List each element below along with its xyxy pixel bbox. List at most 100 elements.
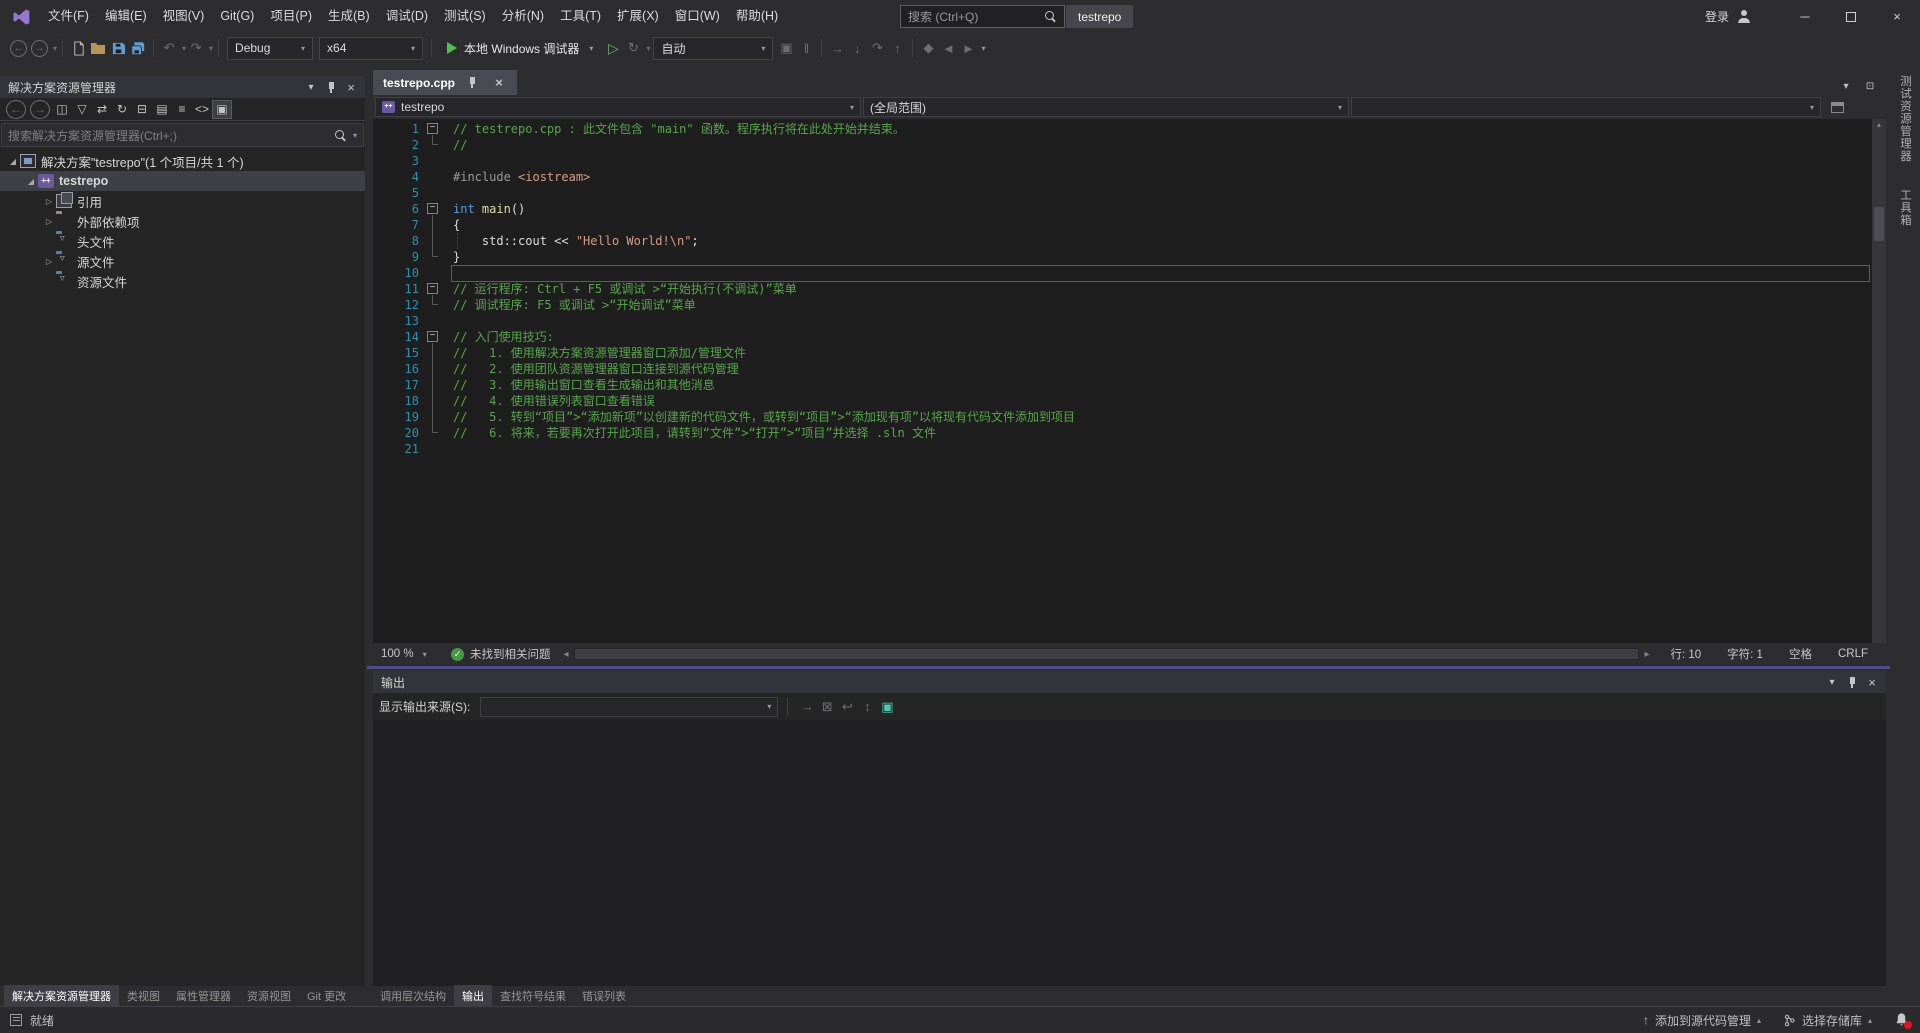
refresh-icon[interactable]: ↻ bbox=[112, 100, 132, 119]
menu-item[interactable]: 窗口(W) bbox=[667, 0, 728, 33]
menu-item[interactable]: 项目(P) bbox=[262, 0, 320, 33]
panel-tab[interactable]: 属性管理器 bbox=[168, 985, 239, 1007]
menu-item[interactable]: 编辑(E) bbox=[97, 0, 155, 33]
pending-changes-filter-icon[interactable]: ▽ bbox=[72, 100, 92, 119]
goto-message-icon[interactable]: → bbox=[797, 696, 817, 718]
close-tab-icon[interactable]: × bbox=[489, 70, 509, 95]
code-line-4[interactable]: 4#include <iostream> bbox=[373, 169, 1872, 185]
menu-item[interactable]: Git(G) bbox=[212, 0, 262, 33]
panel-tab[interactable]: 调用层次结构 bbox=[372, 985, 454, 1007]
tree-expander-icon[interactable]: ▷ bbox=[42, 197, 56, 206]
line-number[interactable]: 9 bbox=[373, 249, 419, 265]
save-all-icon[interactable] bbox=[128, 37, 148, 59]
scroll-up-icon[interactable]: ▴ bbox=[1877, 119, 1881, 131]
tree-item-header-files[interactable]: 头文件 bbox=[0, 231, 365, 251]
toggle-autoscroll-icon[interactable]: ↕ bbox=[857, 696, 877, 718]
pin-tab-icon[interactable] bbox=[462, 70, 482, 95]
project-dropdown[interactable]: ++ testrepo ▾ bbox=[375, 97, 861, 117]
active-files-icon[interactable]: ▾ bbox=[1836, 77, 1856, 95]
auto-hide-tab[interactable]: 测试资源管理器 bbox=[1897, 71, 1913, 167]
scroll-right-icon[interactable]: ▸ bbox=[1641, 649, 1652, 660]
zoom-select[interactable]: 100 % ▾ bbox=[377, 648, 441, 660]
panel-tab[interactable]: 解决方案资源管理器 bbox=[4, 985, 119, 1007]
line-number[interactable]: 3 bbox=[373, 153, 419, 169]
code-line-7[interactable]: 7{ bbox=[373, 217, 1872, 233]
scroll-left-icon[interactable]: ◂ bbox=[561, 649, 572, 660]
close-button[interactable]: × bbox=[1874, 0, 1920, 33]
caret-line-indicator[interactable]: 行: 10 bbox=[1670, 646, 1701, 662]
start-debugging-button[interactable]: 本地 Windows 调试器 ▾ bbox=[439, 36, 601, 60]
menu-item[interactable]: 视图(V) bbox=[155, 0, 213, 33]
navigate-back-icon[interactable]: ← bbox=[10, 40, 27, 57]
code-line-17[interactable]: 17// 3. 使用输出窗口查看生成输出和其他消息 bbox=[373, 377, 1872, 393]
toggle-bookmark-icon[interactable]: ◆ bbox=[918, 37, 938, 59]
spaces-indicator[interactable]: 空格 bbox=[1789, 646, 1812, 662]
menu-item[interactable]: 工具(T) bbox=[552, 0, 609, 33]
scrollbar-thumb[interactable] bbox=[1874, 207, 1884, 241]
caret-column-indicator[interactable]: 字符: 1 bbox=[1727, 646, 1763, 662]
close-icon[interactable]: × bbox=[341, 78, 361, 96]
solution-explorer-search-box[interactable]: 搜索解决方案资源管理器(Ctrl+;) ▾ bbox=[1, 123, 364, 147]
menu-item[interactable]: 生成(B) bbox=[320, 0, 378, 33]
window-position-icon[interactable]: ▾ bbox=[301, 78, 321, 96]
solution-platform-select[interactable]: x64 ▾ bbox=[319, 37, 423, 60]
document-health-indicator[interactable]: ✓ 未找到相关问题 bbox=[441, 646, 561, 662]
tree-item-references[interactable]: ▷引用 bbox=[0, 191, 365, 211]
line-number[interactable]: 20 bbox=[373, 425, 419, 441]
previous-bookmark-icon[interactable]: ◄ bbox=[938, 37, 958, 59]
collapse-all-icon[interactable]: ⊟ bbox=[132, 100, 152, 119]
code-line-5[interactable]: 5 bbox=[373, 185, 1872, 201]
apply-code-changes-icon[interactable]: ▣ bbox=[776, 37, 796, 59]
menu-item[interactable]: 帮助(H) bbox=[728, 0, 786, 33]
line-number[interactable]: 14 bbox=[373, 329, 419, 345]
redo-icon[interactable]: ↷ bbox=[186, 37, 206, 59]
start-without-debugging-icon[interactable]: ▷ bbox=[603, 37, 623, 59]
code-line-1[interactable]: 1−// testrepo.cpp : 此文件包含 "main" 函数。程序执行… bbox=[373, 121, 1872, 137]
code-line-21[interactable]: 21 bbox=[373, 441, 1872, 457]
line-number[interactable]: 21 bbox=[373, 441, 419, 457]
code-line-18[interactable]: 18// 4. 使用错误列表窗口查看错误 bbox=[373, 393, 1872, 409]
next-bookmark-icon[interactable]: ► bbox=[958, 37, 978, 59]
panel-tab[interactable]: 类视图 bbox=[119, 985, 168, 1007]
step-over-icon[interactable]: ↷ bbox=[867, 37, 887, 59]
solution-name-badge[interactable]: testrepo bbox=[1066, 5, 1133, 28]
menu-item[interactable]: 测试(S) bbox=[436, 0, 494, 33]
document-tab-testrepo-cpp[interactable]: testrepo.cpp × bbox=[373, 70, 517, 95]
eol-indicator[interactable]: CRLF bbox=[1838, 648, 1868, 660]
code-line-15[interactable]: 15// 1. 使用解决方案资源管理器窗口添加/管理文件 bbox=[373, 345, 1872, 361]
code-editor[interactable]: 1−// testrepo.cpp : 此文件包含 "main" 函数。程序执行… bbox=[373, 119, 1886, 643]
step-into-icon[interactable]: ↓ bbox=[847, 37, 867, 59]
code-line-13[interactable]: 13 bbox=[373, 313, 1872, 329]
sign-in-button[interactable]: 登录 bbox=[1705, 0, 1751, 33]
line-number[interactable]: 17 bbox=[373, 377, 419, 393]
tree-expander-icon[interactable]: ◢ bbox=[24, 177, 38, 186]
solution-explorer-header[interactable]: 解决方案资源管理器 ▾ × bbox=[0, 76, 365, 98]
tree-expander-icon[interactable]: ▷ bbox=[42, 257, 56, 266]
auto-profile-select[interactable]: 自动 ▾ bbox=[653, 37, 773, 60]
panel-tab[interactable]: 资源视图 bbox=[239, 985, 299, 1007]
outline-collapse-icon[interactable]: − bbox=[427, 123, 438, 134]
menu-item[interactable]: 调试(D) bbox=[378, 0, 436, 33]
toolbar-options-icon[interactable]: ▾ bbox=[981, 44, 985, 53]
code-line-20[interactable]: 20// 6. 将来，若要再次打开此项目，请转到“文件”>“打开”>“项目”并选… bbox=[373, 425, 1872, 441]
line-number[interactable]: 16 bbox=[373, 361, 419, 377]
search-icon[interactable] bbox=[1044, 10, 1057, 23]
add-to-source-control-button[interactable]: ↑ 添加到源代码管理 ▴ bbox=[1643, 1012, 1761, 1029]
tree-expander-icon[interactable]: ◢ bbox=[6, 157, 20, 166]
undo-icon[interactable]: ↶ bbox=[159, 37, 179, 59]
code-line-16[interactable]: 16// 2. 使用团队资源管理器窗口连接到源代码管理 bbox=[373, 361, 1872, 377]
pin-icon[interactable] bbox=[321, 78, 341, 96]
line-number[interactable]: 7 bbox=[373, 217, 419, 233]
horizontal-scrollbar-thumb[interactable] bbox=[575, 649, 1639, 659]
tree-expander-icon[interactable]: ▷ bbox=[42, 217, 56, 226]
menu-item[interactable]: 文件(F) bbox=[40, 0, 97, 33]
redo-dropdown-icon[interactable]: ▾ bbox=[209, 44, 213, 53]
line-number[interactable]: 1 bbox=[373, 121, 419, 137]
solution-configuration-select[interactable]: Debug ▾ bbox=[227, 37, 313, 60]
pin-messages-icon[interactable]: ▣ bbox=[877, 696, 897, 718]
clear-all-icon[interactable]: ⊠ bbox=[817, 696, 837, 718]
search-options-icon[interactable]: ▾ bbox=[353, 131, 357, 140]
minimize-button[interactable]: ─ bbox=[1782, 0, 1828, 33]
step-out-icon[interactable]: ↑ bbox=[887, 37, 907, 59]
scope-dropdown[interactable]: (全局范围) ▾ bbox=[863, 97, 1349, 117]
